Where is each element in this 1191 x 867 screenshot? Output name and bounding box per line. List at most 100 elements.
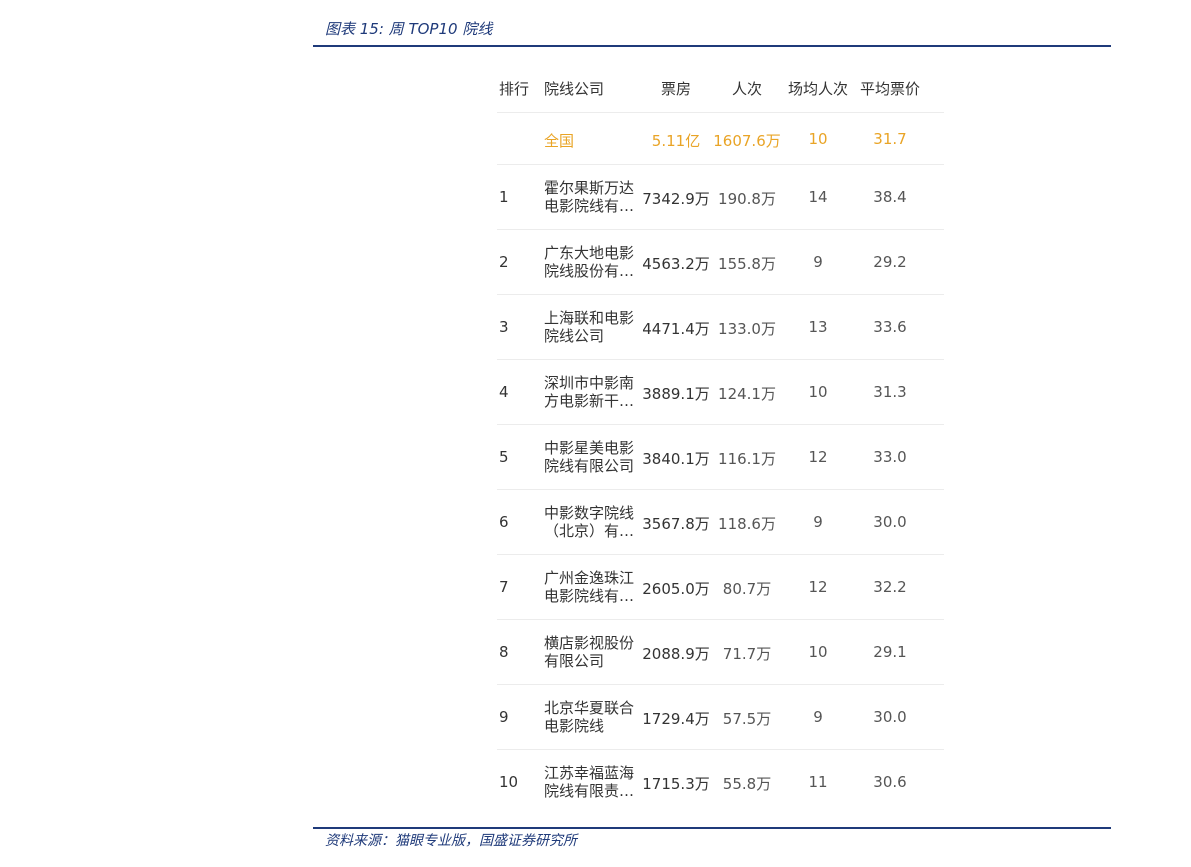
rank-cell: 7 [499, 578, 509, 596]
company-cell: 北京华夏联合 电影院线 [544, 699, 634, 735]
avg-price-cell: 38.4 [873, 188, 907, 206]
company-name-line1: 广东大地电影 [544, 244, 635, 262]
national-label: 全国 [544, 132, 575, 150]
box-office-cell: 1729.4万 [642, 710, 710, 728]
rank-cell: 9 [499, 708, 509, 726]
admissions-cell: 133.0万 [718, 320, 776, 338]
row-divider [497, 359, 944, 360]
company-name-line1: 霍尔果斯万达 [544, 179, 635, 197]
company-name-line2: 院线有限公司 [544, 457, 635, 475]
company-name-line2: 电影院线有… [544, 197, 635, 215]
row-divider [497, 619, 944, 620]
rank-cell: 6 [499, 513, 509, 531]
company-name-line1: 上海联和电影 [544, 309, 635, 327]
national-avg-price: 31.7 [873, 130, 907, 148]
header-rank: 排行 [499, 80, 530, 98]
avg-price-cell: 29.2 [873, 253, 907, 271]
avg-price-cell: 33.6 [873, 318, 907, 336]
box-office-cell: 4471.4万 [642, 320, 710, 338]
box-office-cell: 3889.1万 [642, 385, 710, 403]
company-name-line2: 电影院线 [544, 717, 605, 735]
header-company: 院线公司 [544, 80, 605, 98]
avg-admissions-cell: 12 [808, 578, 828, 596]
admissions-cell: 55.8万 [722, 775, 772, 793]
box-office-cell: 1715.3万 [642, 775, 710, 793]
avg-price-cell: 32.2 [873, 578, 907, 596]
rank-cell: 8 [499, 643, 509, 661]
avg-admissions-cell: 9 [813, 513, 823, 531]
national-admissions: 1607.6万 [713, 132, 781, 150]
company-name-line1: 北京华夏联合 [544, 699, 635, 717]
avg-admissions-cell: 9 [813, 253, 823, 271]
source-note: 资料来源：猫眼专业版，国盛证券研究所 [325, 833, 577, 849]
admissions-cell: 124.1万 [718, 385, 776, 403]
row-divider [497, 554, 944, 555]
avg-price-cell: 29.1 [873, 643, 907, 661]
company-cell: 霍尔果斯万达 电影院线有… [544, 179, 634, 215]
header-avg-price: 平均票价 [859, 80, 921, 98]
rank-cell: 2 [499, 253, 509, 271]
company-name-line2: 院线股份有… [544, 262, 635, 280]
box-office-cell: 3840.1万 [642, 450, 710, 468]
row-divider [497, 749, 944, 750]
company-cell: 广东大地电影 院线股份有… [544, 244, 634, 280]
row-divider [497, 294, 944, 295]
company-name-line2: 院线有限责… [544, 782, 635, 800]
box-office-cell: 2605.0万 [642, 580, 710, 598]
avg-admissions-cell: 10 [808, 383, 828, 401]
avg-admissions-cell: 12 [808, 448, 828, 466]
company-cell: 横店影视股份 有限公司 [544, 634, 634, 670]
company-name-line1: 中影数字院线 [544, 504, 635, 522]
company-name-line2: 院线公司 [544, 327, 605, 345]
avg-admissions-cell: 10 [808, 643, 828, 661]
admissions-cell: 71.7万 [722, 645, 772, 663]
company-name-line2: 有限公司 [544, 652, 605, 670]
rank-cell: 5 [499, 448, 509, 466]
row-divider [497, 164, 944, 165]
admissions-cell: 118.6万 [718, 515, 776, 533]
avg-admissions-cell: 14 [808, 188, 828, 206]
avg-price-cell: 30.0 [873, 708, 907, 726]
company-name-line1: 深圳市中影南 [544, 374, 635, 392]
avg-price-cell: 33.0 [873, 448, 907, 466]
avg-admissions-cell: 9 [813, 708, 823, 726]
row-divider [497, 229, 944, 230]
admissions-cell: 190.8万 [718, 190, 776, 208]
company-cell: 上海联和电影 院线公司 [544, 309, 634, 345]
company-name-line1: 中影星美电影 [544, 439, 635, 457]
avg-price-cell: 30.0 [873, 513, 907, 531]
admissions-cell: 116.1万 [718, 450, 776, 468]
row-divider [497, 684, 944, 685]
company-name-line2: 电影院线有… [544, 587, 635, 605]
header-avg-admissions: 场均人次 [787, 80, 849, 98]
national-box-office: 5.11亿 [651, 132, 701, 150]
bottom-rule [313, 827, 1111, 829]
company-cell: 深圳市中影南 方电影新干… [544, 374, 634, 410]
rank-cell: 3 [499, 318, 509, 336]
avg-price-cell: 31.3 [873, 383, 907, 401]
company-name-line2: 方电影新干… [544, 392, 635, 410]
company-cell: 中影星美电影 院线有限公司 [544, 439, 634, 475]
company-cell: 江苏幸福蓝海 院线有限责… [544, 764, 634, 800]
box-office-cell: 7342.9万 [642, 190, 710, 208]
company-name-line1: 江苏幸福蓝海 [544, 764, 635, 782]
row-divider [497, 112, 944, 113]
company-cell: 广州金逸珠江 电影院线有… [544, 569, 634, 605]
box-office-cell: 4563.2万 [642, 255, 710, 273]
avg-admissions-cell: 13 [808, 318, 828, 336]
admissions-cell: 80.7万 [722, 580, 772, 598]
company-name-line1: 广州金逸珠江 [544, 569, 635, 587]
header-admissions: 人次 [731, 80, 763, 98]
rank-cell: 4 [499, 383, 509, 401]
admissions-cell: 57.5万 [722, 710, 772, 728]
national-avg-admissions: 10 [808, 130, 828, 148]
company-name-line1: 横店影视股份 [544, 634, 635, 652]
row-divider [497, 424, 944, 425]
avg-price-cell: 30.6 [873, 773, 907, 791]
company-cell: 中影数字院线 （北京）有… [544, 504, 634, 540]
avg-admissions-cell: 11 [808, 773, 828, 791]
box-office-cell: 3567.8万 [642, 515, 710, 533]
top-rule [313, 45, 1111, 47]
rank-cell: 10 [499, 773, 519, 791]
box-office-cell: 2088.9万 [642, 645, 710, 663]
